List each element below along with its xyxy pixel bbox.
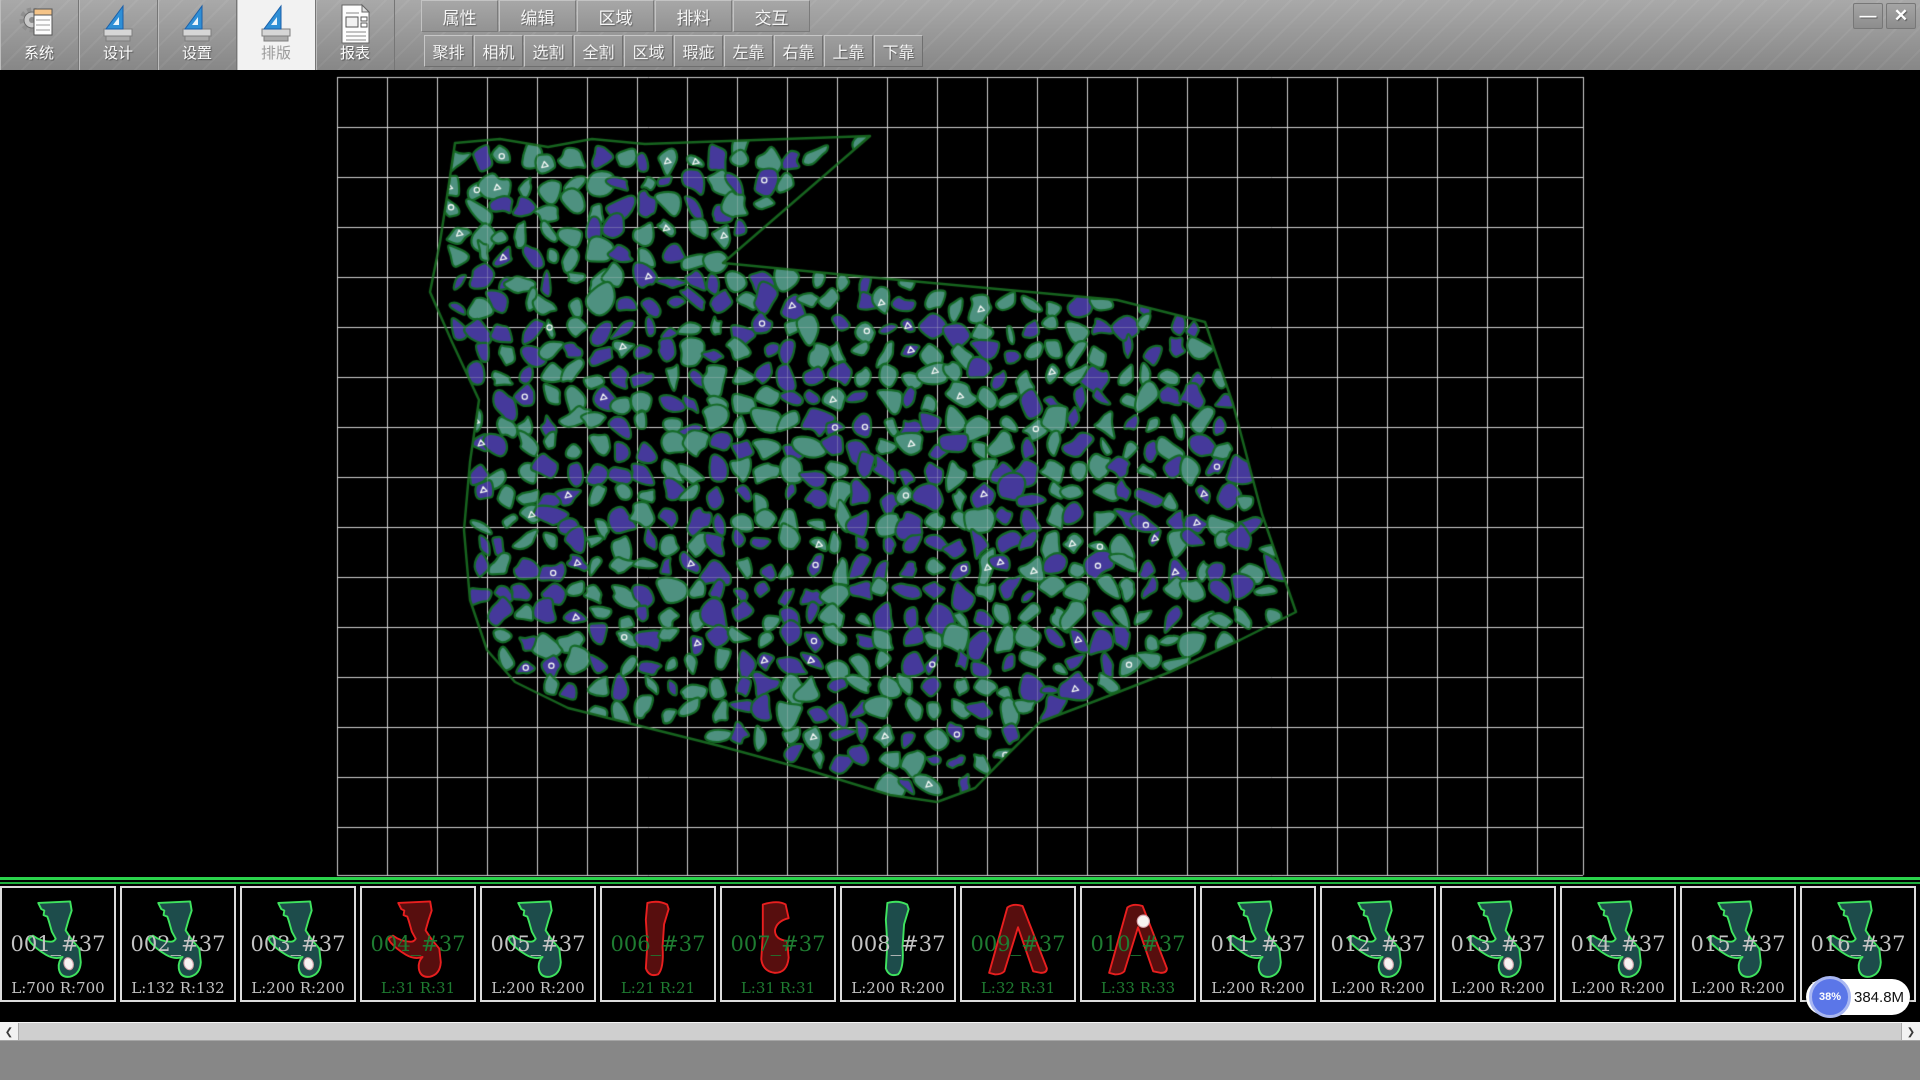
nesting-canvas[interactable] [0, 70, 1920, 877]
piece-name: 011_#37 [1202, 932, 1314, 956]
memory-percent-badge: 38% [1809, 976, 1851, 1018]
strip-separator-line-2 [0, 882, 1920, 884]
piece-lr-count: L:200 R:200 [1442, 979, 1554, 997]
report-button-label: 报表 [340, 45, 370, 63]
menu-row: 属性 编辑 区域 排料 交互 [421, 0, 811, 33]
piece-lr-count: L:31 R:31 [722, 979, 834, 997]
piece-name: 007_#37 [722, 932, 834, 956]
action-align-top[interactable]: 上靠 [824, 35, 873, 67]
thumbnail-piece-003_#37[interactable]: 003_#37 L:200 R:200 [240, 886, 356, 1002]
piece-name: 012_#37 [1322, 932, 1434, 956]
menu-edit[interactable]: 编辑 [499, 0, 576, 32]
thumbnail-piece-012_#37[interactable]: 012_#37 L:200 R:200 [1320, 886, 1436, 1002]
nesting-tab-button[interactable]: 排版 [237, 0, 316, 70]
thumbnail-piece-013_#37[interactable]: 013_#37 L:200 R:200 [1440, 886, 1556, 1002]
settings-button-label: 设置 [182, 45, 212, 63]
thumbnail-piece-004_#37[interactable]: 004_#37 L:31 R:31 [360, 886, 476, 1002]
settings-button[interactable]: 设置 [158, 0, 237, 70]
action-camera[interactable]: 相机 [474, 35, 523, 67]
piece-lr-count: L:32 R:31 [962, 979, 1074, 997]
piece-name: 010_#37 [1082, 932, 1194, 956]
action-cluster-nest[interactable]: 聚排 [424, 35, 473, 67]
action-cut-all[interactable]: 全割 [574, 35, 623, 67]
thumbnail-piece-006_#37[interactable]: 006_#37 L:21 R:21 [600, 886, 716, 1002]
piece-lr-count: L:33 R:33 [1082, 979, 1194, 997]
close-button[interactable]: ✕ [1886, 3, 1916, 29]
horizontal-scrollbar[interactable]: ❮ ❯ [0, 1022, 1920, 1040]
piece-lr-count: L:200 R:200 [482, 979, 594, 997]
piece-name: 015_#37 [1682, 932, 1794, 956]
ruler-icon [177, 3, 217, 45]
piece-lr-count: L:200 R:200 [1682, 979, 1794, 997]
piece-name: 002_#37 [122, 932, 234, 956]
thumbnail-piece-015_#37[interactable]: 015_#37 L:200 R:200 [1680, 886, 1796, 1002]
thumbnail-piece-007_#37[interactable]: 007_#37 L:31 R:31 [720, 886, 836, 1002]
scroll-right-arrow[interactable]: ❯ [1901, 1023, 1920, 1041]
ruler-icon [98, 3, 138, 45]
piece-lr-count: L:132 R:132 [122, 979, 234, 997]
nesting-tab-label: 排版 [261, 45, 291, 63]
action-align-left[interactable]: 左靠 [724, 35, 773, 67]
report-button[interactable]: 报表 [316, 0, 395, 70]
scroll-left-arrow[interactable]: ❮ [0, 1023, 19, 1041]
piece-name: 001_#37 [2, 932, 114, 956]
piece-name: 004_#37 [362, 932, 474, 956]
piece-name: 003_#37 [242, 932, 354, 956]
piece-name: 009_#37 [962, 932, 1074, 956]
thumbnail-piece-014_#37[interactable]: 014_#37 L:200 R:200 [1560, 886, 1676, 1002]
action-align-right[interactable]: 右靠 [774, 35, 823, 67]
action-select-cut[interactable]: 选割 [524, 35, 573, 67]
system-button-label: 系统 [24, 45, 54, 63]
action-defect[interactable]: 瑕疵 [674, 35, 723, 67]
piece-lr-count: L:700 R:700 [2, 979, 114, 997]
thumbnail-piece-010_#37[interactable]: 010_#37 L:33 R:33 [1080, 886, 1196, 1002]
minimize-button[interactable]: — [1853, 3, 1883, 29]
report-icon [335, 3, 375, 45]
piece-name: 008_#37 [842, 932, 954, 956]
gear-document-icon [19, 3, 59, 45]
piece-lr-count: L:21 R:21 [602, 979, 714, 997]
menu-properties[interactable]: 属性 [421, 0, 498, 32]
piece-lr-count: L:200 R:200 [1562, 979, 1674, 997]
piece-name: 005_#37 [482, 932, 594, 956]
action-region[interactable]: 区域 [624, 35, 673, 67]
design-button[interactable]: 设计 [79, 0, 158, 70]
piece-lr-count: L:200 R:200 [842, 979, 954, 997]
menu-region[interactable]: 区域 [577, 0, 654, 32]
thumbnail-piece-009_#37[interactable]: 009_#37 L:32 R:31 [960, 886, 1076, 1002]
menu-nesting[interactable]: 排料 [655, 0, 732, 32]
memory-badge: 38% 384.8M [1806, 979, 1910, 1015]
thumbnail-piece-002_#37[interactable]: 002_#37 L:132 R:132 [120, 886, 236, 1002]
design-button-label: 设计 [103, 45, 133, 63]
thumbnail-strip: 001_#37 L:700 R:700 002_#37 L:132 R:132 003_… [0, 886, 1920, 1006]
menu-interact[interactable]: 交互 [733, 0, 810, 32]
main-button-group: 系统 设计 设置 [0, 0, 395, 70]
action-row: 聚排 相机 选割 全割 区域 瑕疵 左靠 右靠 上靠 下靠 [424, 35, 924, 67]
ruler-icon [256, 3, 296, 45]
thumbnail-piece-008_#37[interactable]: 008_#37 L:200 R:200 [840, 886, 956, 1002]
thumbnail-piece-005_#37[interactable]: 005_#37 L:200 R:200 [480, 886, 596, 1002]
thumbnail-piece-001_#37[interactable]: 001_#37 L:700 R:700 [0, 886, 116, 1002]
status-bar [0, 1040, 1920, 1080]
strip-separator-line [0, 877, 1920, 880]
piece-lr-count: L:31 R:31 [362, 979, 474, 997]
thumbnail-piece-011_#37[interactable]: 011_#37 L:200 R:200 [1200, 886, 1316, 1002]
memory-usage-value: 384.8M [1854, 979, 1904, 1015]
piece-name: 013_#37 [1442, 932, 1554, 956]
piece-lr-count: L:200 R:200 [1202, 979, 1314, 997]
window-controls: — ✕ [1853, 3, 1916, 29]
piece-name: 006_#37 [602, 932, 714, 956]
piece-name: 014_#37 [1562, 932, 1674, 956]
top-toolbar: 系统 设计 设置 [0, 0, 1920, 70]
piece-lr-count: L:200 R:200 [1322, 979, 1434, 997]
action-align-bottom[interactable]: 下靠 [874, 35, 923, 67]
piece-name: 016_#37 [1802, 932, 1914, 956]
piece-lr-count: L:200 R:200 [242, 979, 354, 997]
system-button[interactable]: 系统 [0, 0, 79, 70]
